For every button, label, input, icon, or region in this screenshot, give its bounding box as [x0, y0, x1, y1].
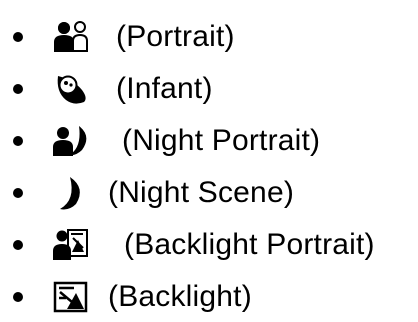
mode-label: (Backlight) — [108, 280, 252, 313]
mode-label: (Infant) — [116, 72, 213, 105]
scene-mode-list: (Portrait) (Infant) (Night Portrait) (Ni… — [0, 0, 418, 322]
list-item-night-scene: (Night Scene) — [0, 168, 418, 218]
bullet — [13, 240, 23, 250]
night-portrait-icon — [52, 122, 90, 160]
bullet — [13, 84, 23, 94]
backlight-icon — [52, 278, 90, 316]
night-scene-icon — [52, 174, 90, 212]
list-item-infant: (Infant) — [0, 64, 418, 114]
bullet — [13, 136, 23, 146]
list-item-backlight: (Backlight) — [0, 272, 418, 322]
list-item-portrait: (Portrait) — [0, 12, 418, 62]
list-item-backlight-portrait: (Backlight Portrait) — [0, 220, 418, 270]
bullet — [13, 32, 23, 42]
backlight-portrait-icon — [52, 226, 90, 264]
portrait-icon — [52, 18, 90, 56]
mode-label: (Portrait) — [116, 20, 235, 53]
list-item-night-portrait: (Night Portrait) — [0, 116, 418, 166]
infant-icon — [52, 70, 90, 108]
mode-label: (Night Scene) — [108, 176, 295, 209]
bullet — [13, 292, 23, 302]
mode-label: (Night Portrait) — [122, 124, 321, 157]
bullet — [13, 188, 23, 198]
mode-label: (Backlight Portrait) — [124, 228, 375, 261]
